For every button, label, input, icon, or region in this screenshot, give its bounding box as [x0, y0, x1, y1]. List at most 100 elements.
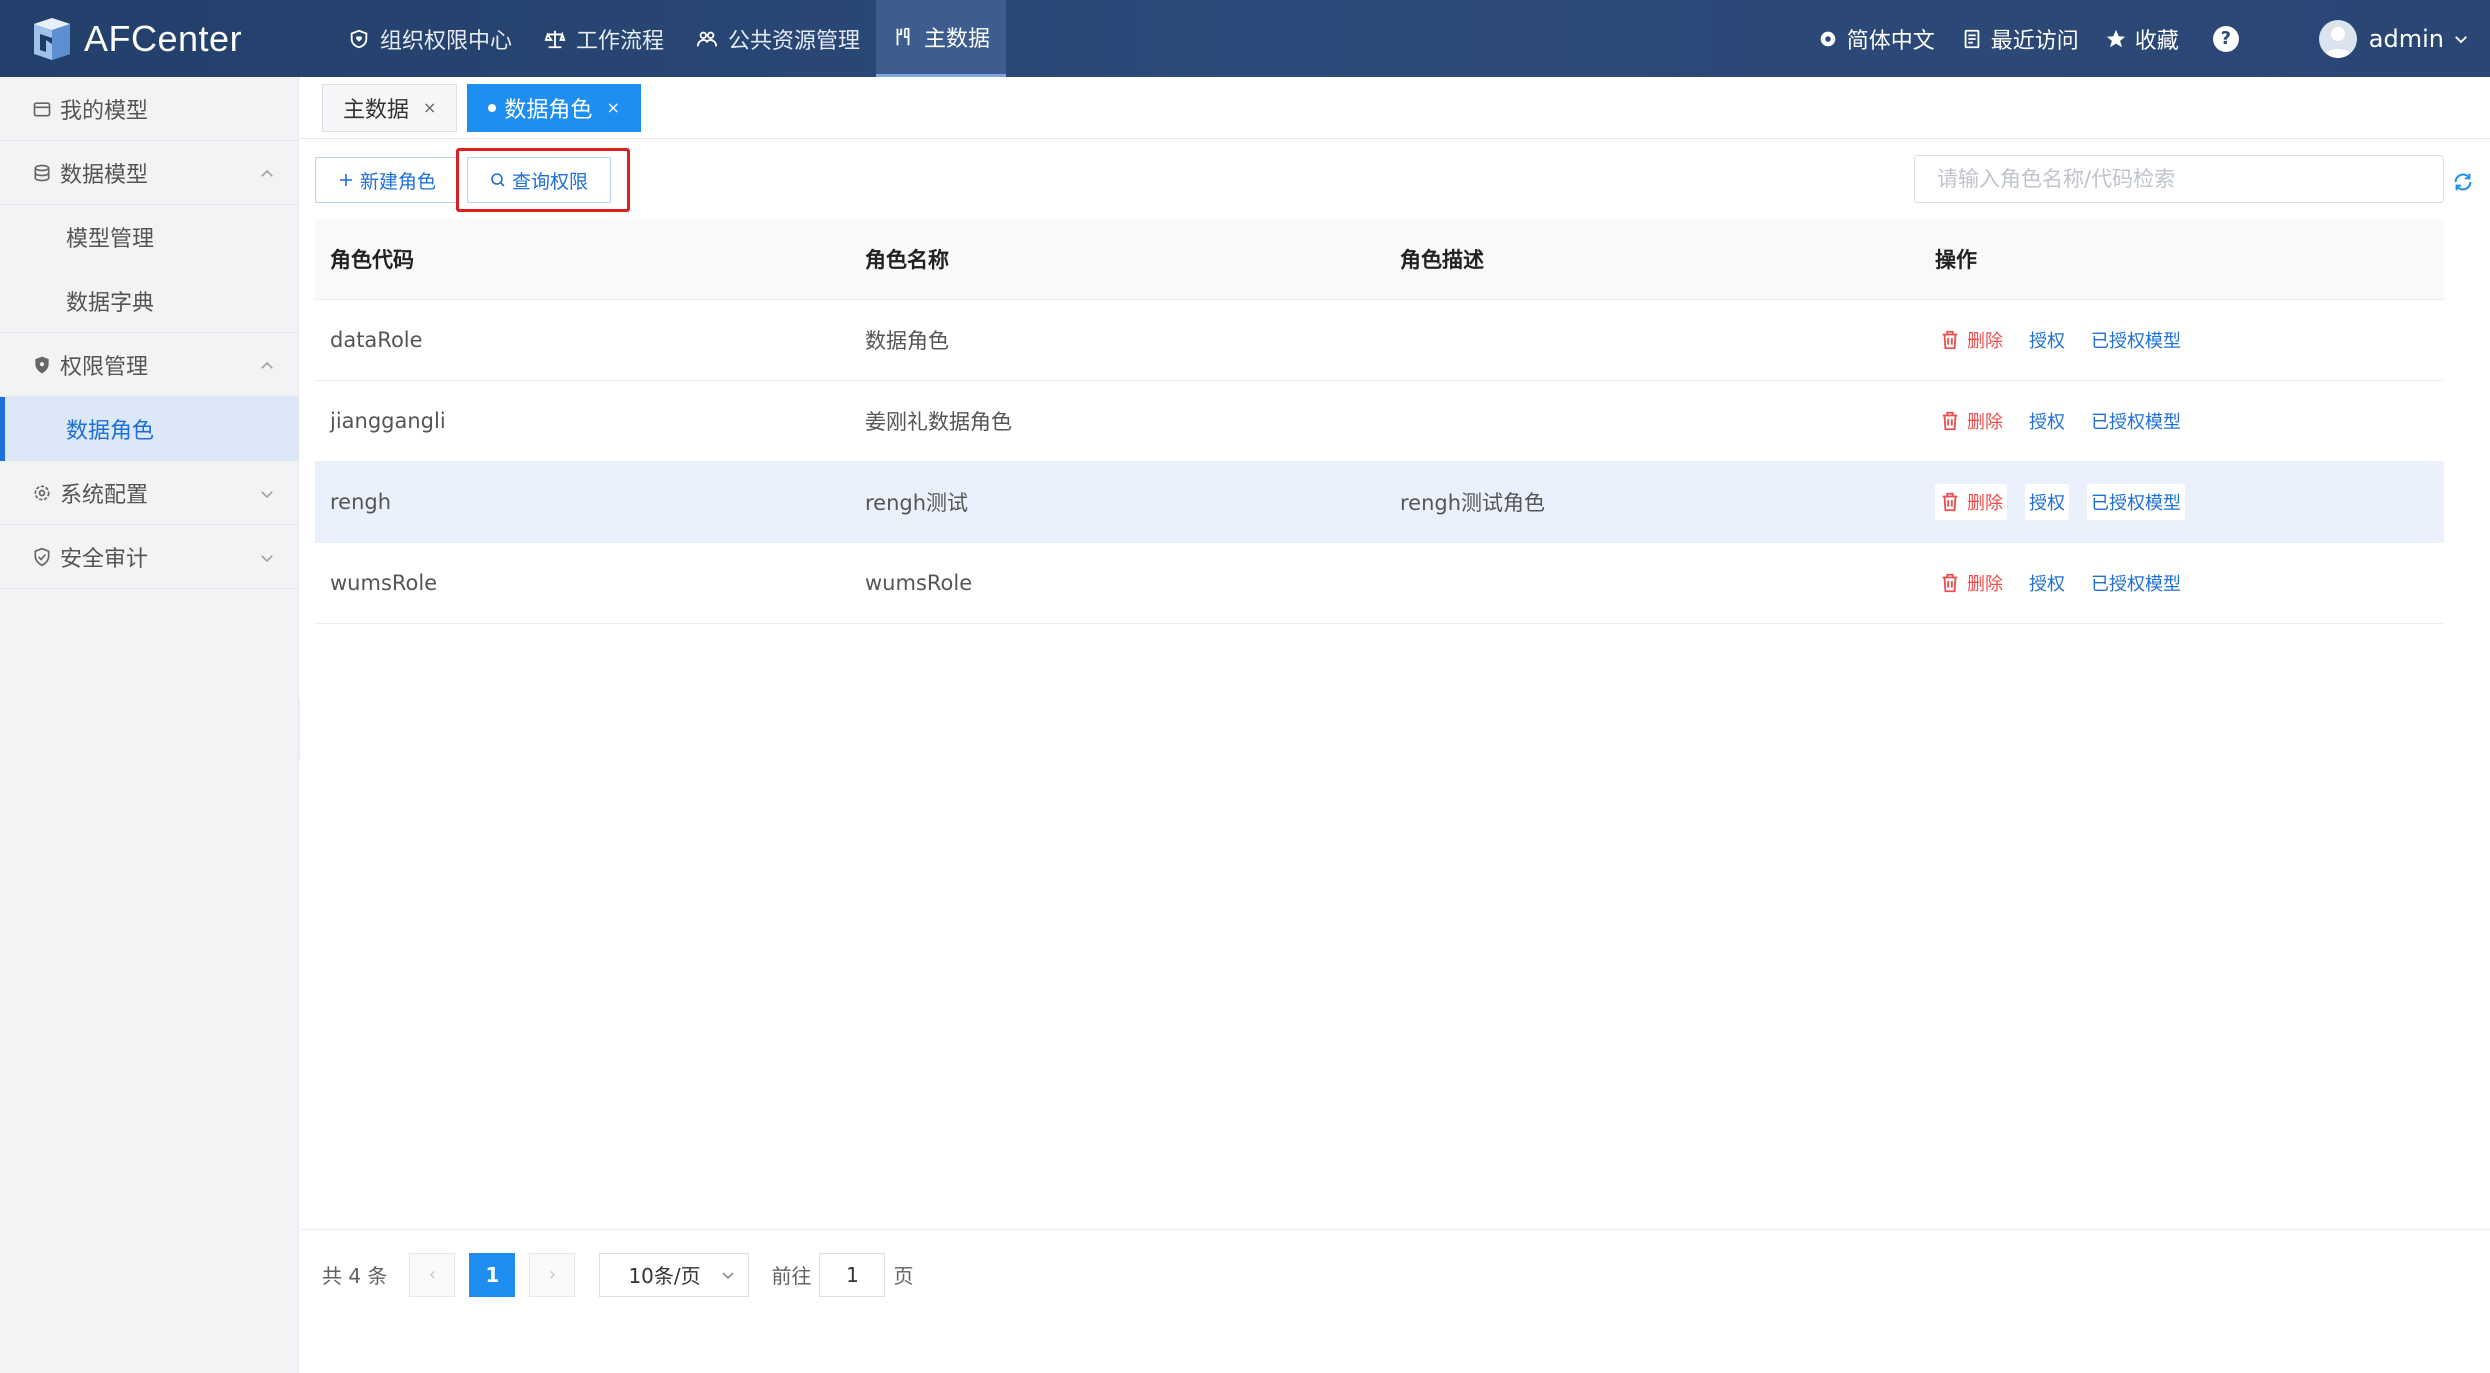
- role-desc: rengh测试角色: [1385, 461, 1920, 543]
- trash-icon: [1942, 492, 1958, 511]
- sidebar-item-perm-manage[interactable]: 权限管理: [0, 333, 298, 397]
- sidebar-item-label: 数据字典: [66, 290, 155, 316]
- sidebar-item-model-manage[interactable]: 模型管理: [0, 205, 298, 269]
- recent-visits[interactable]: 最近访问: [1961, 23, 2079, 55]
- authorized-models-button[interactable]: 已授权模型: [2087, 565, 2185, 601]
- column-header: 角色名称: [850, 219, 1385, 300]
- chevron-down-icon: [261, 491, 273, 499]
- favorites-label: 收藏: [2134, 28, 2179, 54]
- role-desc: [1385, 542, 1920, 624]
- total-count: 共 4 条: [322, 1264, 388, 1288]
- sidebar-item-data-model[interactable]: 数据模型: [0, 141, 298, 205]
- gear-icon: [1820, 31, 1836, 46]
- delete-button[interactable]: 删除: [1935, 403, 2007, 439]
- active-dot-icon: [488, 103, 497, 112]
- row-actions: 删除 授权 已授权模型: [1920, 380, 2444, 462]
- wallet-icon: [33, 101, 51, 116]
- role-desc: [1385, 299, 1920, 381]
- chevron-down-icon: [261, 555, 273, 563]
- topnav-label: 工作流程: [576, 28, 665, 54]
- goto-label: 前往: [771, 1264, 812, 1288]
- authorized-models-button[interactable]: 已授权模型: [2087, 483, 2185, 520]
- sidebar-item-label: 安全审计: [60, 546, 149, 572]
- data-icon: [896, 27, 910, 46]
- close-icon[interactable]: ×: [423, 98, 436, 117]
- topnav-label: 公共资源管理: [728, 28, 861, 54]
- role-code: jianggangli: [315, 380, 850, 462]
- sidebar-item-label: 我的模型: [60, 98, 149, 124]
- page-size-value: 10条/页: [628, 1264, 701, 1288]
- chevron-down-icon: [722, 1271, 735, 1279]
- tab-master-data[interactable]: 主数据 ×: [322, 83, 458, 132]
- next-page-button[interactable]: ›: [529, 1252, 576, 1297]
- delete-button[interactable]: 删除: [1935, 483, 2007, 520]
- topnav-label: 组织权限中心: [380, 28, 513, 54]
- balance-icon: [544, 30, 566, 48]
- authorize-button[interactable]: 授权: [2025, 483, 2069, 520]
- chevron-down-icon[interactable]: [2452, 30, 2470, 48]
- query-permission-button[interactable]: 查询权限: [467, 157, 612, 203]
- table-row[interactable]: wumsRole wumsRole 删除 授权 已授权模型: [315, 542, 2444, 624]
- topnav-master-data[interactable]: 主数据: [876, 0, 1007, 77]
- authorize-button[interactable]: 授权: [2025, 565, 2069, 601]
- topnav-public-resource[interactable]: 公共资源管理: [680, 0, 876, 77]
- role-name: rengh测试: [850, 461, 1385, 543]
- row-actions: 删除 授权 已授权模型: [1920, 461, 2444, 543]
- table-row[interactable]: dataRole 数据角色 删除 授权 已授权模型: [315, 299, 2444, 381]
- document-list-icon: [1964, 29, 1980, 48]
- page-size-select[interactable]: 10条/页: [599, 1252, 750, 1297]
- tab-data-role[interactable]: 数据角色 ×: [467, 83, 641, 132]
- delete-button[interactable]: 删除: [1935, 565, 2007, 601]
- users-icon: [696, 31, 718, 46]
- close-icon[interactable]: ×: [606, 98, 619, 117]
- favorites[interactable]: 收藏: [2105, 23, 2179, 55]
- button-label: 新建角色: [360, 170, 437, 193]
- table-header-row: 角色代码 角色名称 角色描述 操作: [315, 219, 2444, 300]
- toolbar: 新建角色 查询权限: [300, 139, 2490, 219]
- op-label: 删除: [1967, 330, 2003, 352]
- goto-page-input[interactable]: [819, 1252, 886, 1297]
- page-number-current[interactable]: 1: [469, 1252, 516, 1297]
- language-label: 简体中文: [1846, 28, 1935, 54]
- topnav-workflow[interactable]: 工作流程: [528, 0, 680, 77]
- refresh-icon[interactable]: [2452, 171, 2474, 193]
- main-content: 主数据 × 数据角色 × 新建角色 查询权限 角色代码 角色名称 角色描述 操作: [300, 77, 2490, 1373]
- new-role-button[interactable]: 新建角色: [315, 157, 460, 203]
- topnav-org-permission[interactable]: 组织权限中心: [332, 0, 528, 77]
- table-row[interactable]: rengh rengh测试 rengh测试角色 删除 授权 已授权模型: [315, 461, 2444, 543]
- authorized-models-button[interactable]: 已授权模型: [2087, 403, 2185, 439]
- search-icon: [491, 173, 505, 187]
- sidebar-item-my-model[interactable]: 我的模型: [0, 77, 298, 141]
- role-table: 角色代码 角色名称 角色描述 操作 dataRole 数据角色 删除 授权 已授…: [315, 219, 2444, 624]
- tabs-bar: 主数据 × 数据角色 ×: [300, 77, 2490, 139]
- delete-button[interactable]: 删除: [1935, 322, 2007, 358]
- help-icon[interactable]: ?: [2212, 25, 2239, 52]
- authorized-models-button[interactable]: 已授权模型: [2087, 322, 2185, 358]
- op-label: 删除: [1967, 492, 2003, 514]
- sidebar-item-data-dict[interactable]: 数据字典: [0, 269, 298, 333]
- search-input[interactable]: [1914, 155, 2444, 203]
- tab-label: 主数据: [343, 97, 410, 123]
- top-nav: 组织权限中心 工作流程 公共资源管理 主数据: [332, 0, 1007, 77]
- prev-page-button[interactable]: ‹: [409, 1252, 456, 1297]
- top-right-tools: 简体中文 最近访问 收藏 ? admin: [1791, 0, 2490, 77]
- trash-icon: [1942, 411, 1958, 430]
- sidebar-item-sys-config[interactable]: 系统配置: [0, 461, 298, 525]
- language-switch[interactable]: 简体中文: [1817, 23, 1935, 55]
- authorize-button[interactable]: 授权: [2025, 322, 2069, 358]
- user-name[interactable]: admin: [2369, 25, 2444, 53]
- table-row[interactable]: jianggangli 姜刚礼数据角色 删除 授权 已授权模型: [315, 380, 2444, 462]
- sidebar-item-data-role[interactable]: 数据角色: [0, 397, 298, 461]
- sidebar-item-security-audit[interactable]: 安全审计: [0, 525, 298, 589]
- goto-suffix: 页: [893, 1264, 914, 1288]
- avatar[interactable]: [2318, 19, 2357, 58]
- role-code: rengh: [315, 461, 850, 543]
- role-code: dataRole: [315, 299, 850, 381]
- op-label: 删除: [1967, 573, 2003, 595]
- role-name: wumsRole: [850, 542, 1385, 624]
- plus-icon: [340, 174, 352, 186]
- row-actions: 删除 授权 已授权模型: [1920, 542, 2444, 624]
- logo[interactable]: AFCenter: [0, 16, 300, 62]
- role-desc: [1385, 380, 1920, 462]
- authorize-button[interactable]: 授权: [2025, 403, 2069, 439]
